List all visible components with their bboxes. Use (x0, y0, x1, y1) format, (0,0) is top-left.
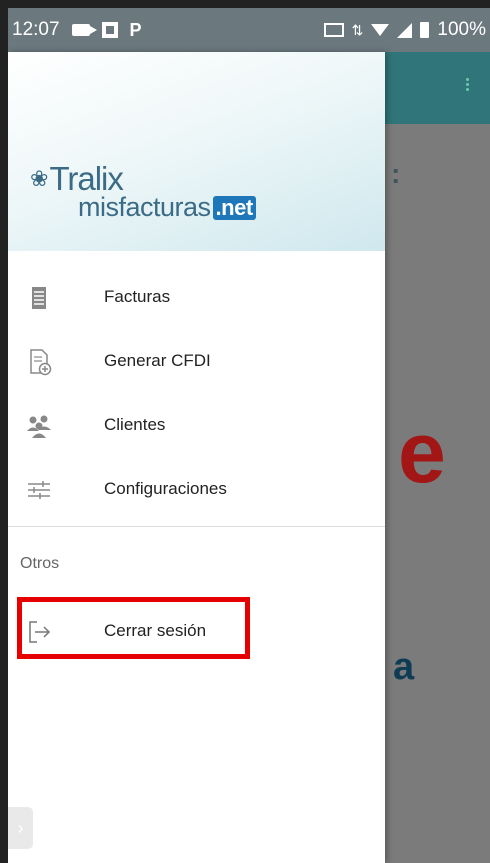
menu-item-clientes[interactable]: Clientes (8, 394, 385, 458)
document-list-icon (25, 284, 53, 312)
navigation-drawer: ❀ Tralix misfacturas .net Facturas Gener… (8, 52, 385, 863)
sliders-icon (25, 476, 53, 504)
logo-product: misfacturas (78, 192, 211, 222)
document-add-icon (25, 348, 53, 376)
menu-item-facturas[interactable]: Facturas (8, 266, 385, 330)
battery-level: 100% (437, 19, 486, 40)
edge-handle-chevron-icon[interactable]: › (8, 807, 33, 849)
section-title-otros: Otros (20, 555, 60, 572)
status-time: 12:07 (12, 19, 60, 40)
background-text-a: a (393, 646, 415, 688)
data-transfer-icon: ⇅ (351, 21, 364, 38)
location-pin-icon: P (129, 19, 142, 40)
people-group-icon (25, 412, 53, 440)
signal-icon (397, 22, 413, 38)
highlight-box (17, 597, 250, 659)
tralix-logo-icon: ❀ (30, 166, 48, 191)
status-bar: 12:07 P ⇅ 100% (8, 8, 490, 52)
menu-label-generar-cfdi: Generar CFDI (104, 351, 211, 370)
menu-divider (8, 526, 385, 527)
wifi-icon (371, 24, 390, 36)
cast-icon (323, 23, 344, 37)
menu-item-configuraciones[interactable]: Configuraciones (8, 458, 385, 522)
drawer-header: ❀ Tralix misfacturas .net (8, 52, 385, 251)
drawer-menu: Facturas Generar CFDI Clientes Configura… (8, 266, 385, 522)
background-text-e: e (398, 405, 446, 501)
background-fragment: : (391, 158, 401, 189)
qr-code-icon (101, 22, 118, 38)
tralix-logo: ❀ Tralix misfacturas .net (30, 160, 256, 223)
menu-item-generar-cfdi[interactable]: Generar CFDI (8, 330, 385, 394)
overflow-menu-icon[interactable] (466, 76, 470, 93)
battery-icon (420, 22, 430, 38)
logo-tld: .net (212, 195, 256, 220)
menu-label-facturas: Facturas (104, 287, 171, 306)
menu-label-configuraciones: Configuraciones (104, 479, 227, 498)
phone-screen: : e a 12:07 P ⇅ 100% ❀ Tralix misfactura… (8, 8, 490, 863)
menu-label-clientes: Clientes (104, 415, 166, 434)
video-camera-icon (71, 24, 97, 36)
